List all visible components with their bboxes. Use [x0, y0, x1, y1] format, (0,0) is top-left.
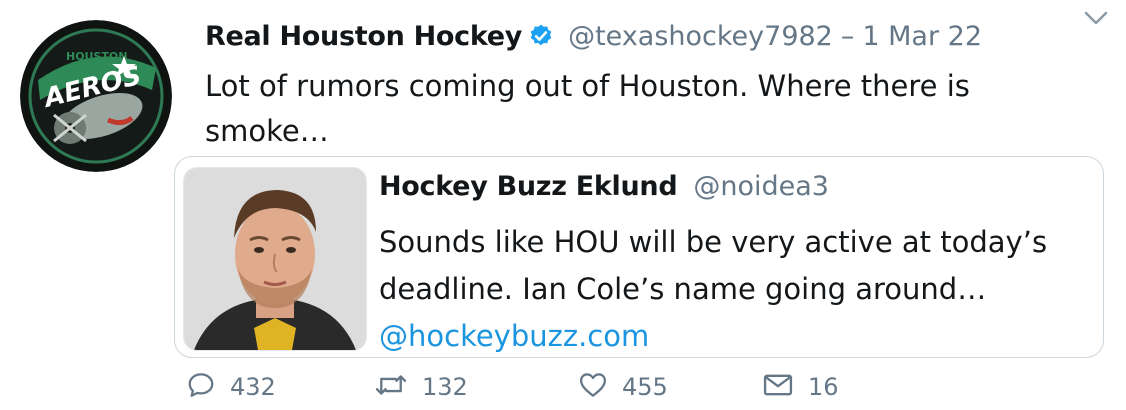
tweet-text: Lot of rumors coming out of Houston. Whe… — [205, 69, 970, 148]
profile-avatar[interactable]: HOUSTON AEROS — [20, 20, 172, 172]
retweet-icon — [374, 370, 408, 404]
retweet-count: 132 — [422, 373, 468, 401]
quoted-author-display-name[interactable]: Hockey Buzz Eklund — [379, 171, 678, 202]
quoted-tweet-body: Sounds like HOU will be very active at t… — [379, 225, 1048, 306]
tweet-actions: 432 132 455 16 — [186, 368, 1066, 406]
chevron-down-icon[interactable] — [1083, 8, 1109, 28]
tweet-timestamp[interactable]: 1 Mar 22 — [862, 21, 982, 52]
like-count: 455 — [622, 373, 668, 401]
tweet-header: Real Houston Hockey @texashockey7982 – 1… — [205, 14, 982, 58]
reply-count: 432 — [230, 373, 276, 401]
retweet-button[interactable]: 132 — [374, 368, 468, 406]
heart-icon — [578, 370, 608, 404]
quoted-author-handle[interactable]: @noidea3 — [693, 171, 829, 202]
reply-icon — [186, 370, 216, 404]
reply-button[interactable]: 432 — [186, 368, 276, 406]
dm-count: 16 — [808, 373, 839, 401]
envelope-icon — [762, 370, 794, 404]
author-display-name[interactable]: Real Houston Hockey — [205, 21, 522, 52]
aeros-logo: HOUSTON AEROS — [20, 20, 172, 172]
tweet[interactable]: HOUSTON AEROS Real Houston Hockey @texas… — [0, 0, 1126, 410]
quoted-tweet-card[interactable]: Hockey Buzz Eklund @noidea3 Sounds like … — [174, 156, 1104, 358]
quoted-tweet-text: Sounds like HOU will be very active at t… — [379, 219, 1079, 360]
quoted-author-avatar[interactable] — [183, 167, 367, 351]
verified-badge-icon — [528, 23, 554, 49]
like-button[interactable]: 455 — [578, 368, 668, 406]
author-handle[interactable]: @texashockey7982 — [568, 21, 833, 52]
quoted-tweet-header: Hockey Buzz Eklund @noidea3 — [379, 171, 829, 202]
quoted-tweet-link[interactable]: @hockeybuzz.com — [379, 319, 649, 353]
direct-message-button[interactable]: 16 — [762, 368, 839, 406]
header-separator: – — [840, 20, 855, 52]
svg-text:HOUSTON: HOUSTON — [66, 50, 127, 63]
